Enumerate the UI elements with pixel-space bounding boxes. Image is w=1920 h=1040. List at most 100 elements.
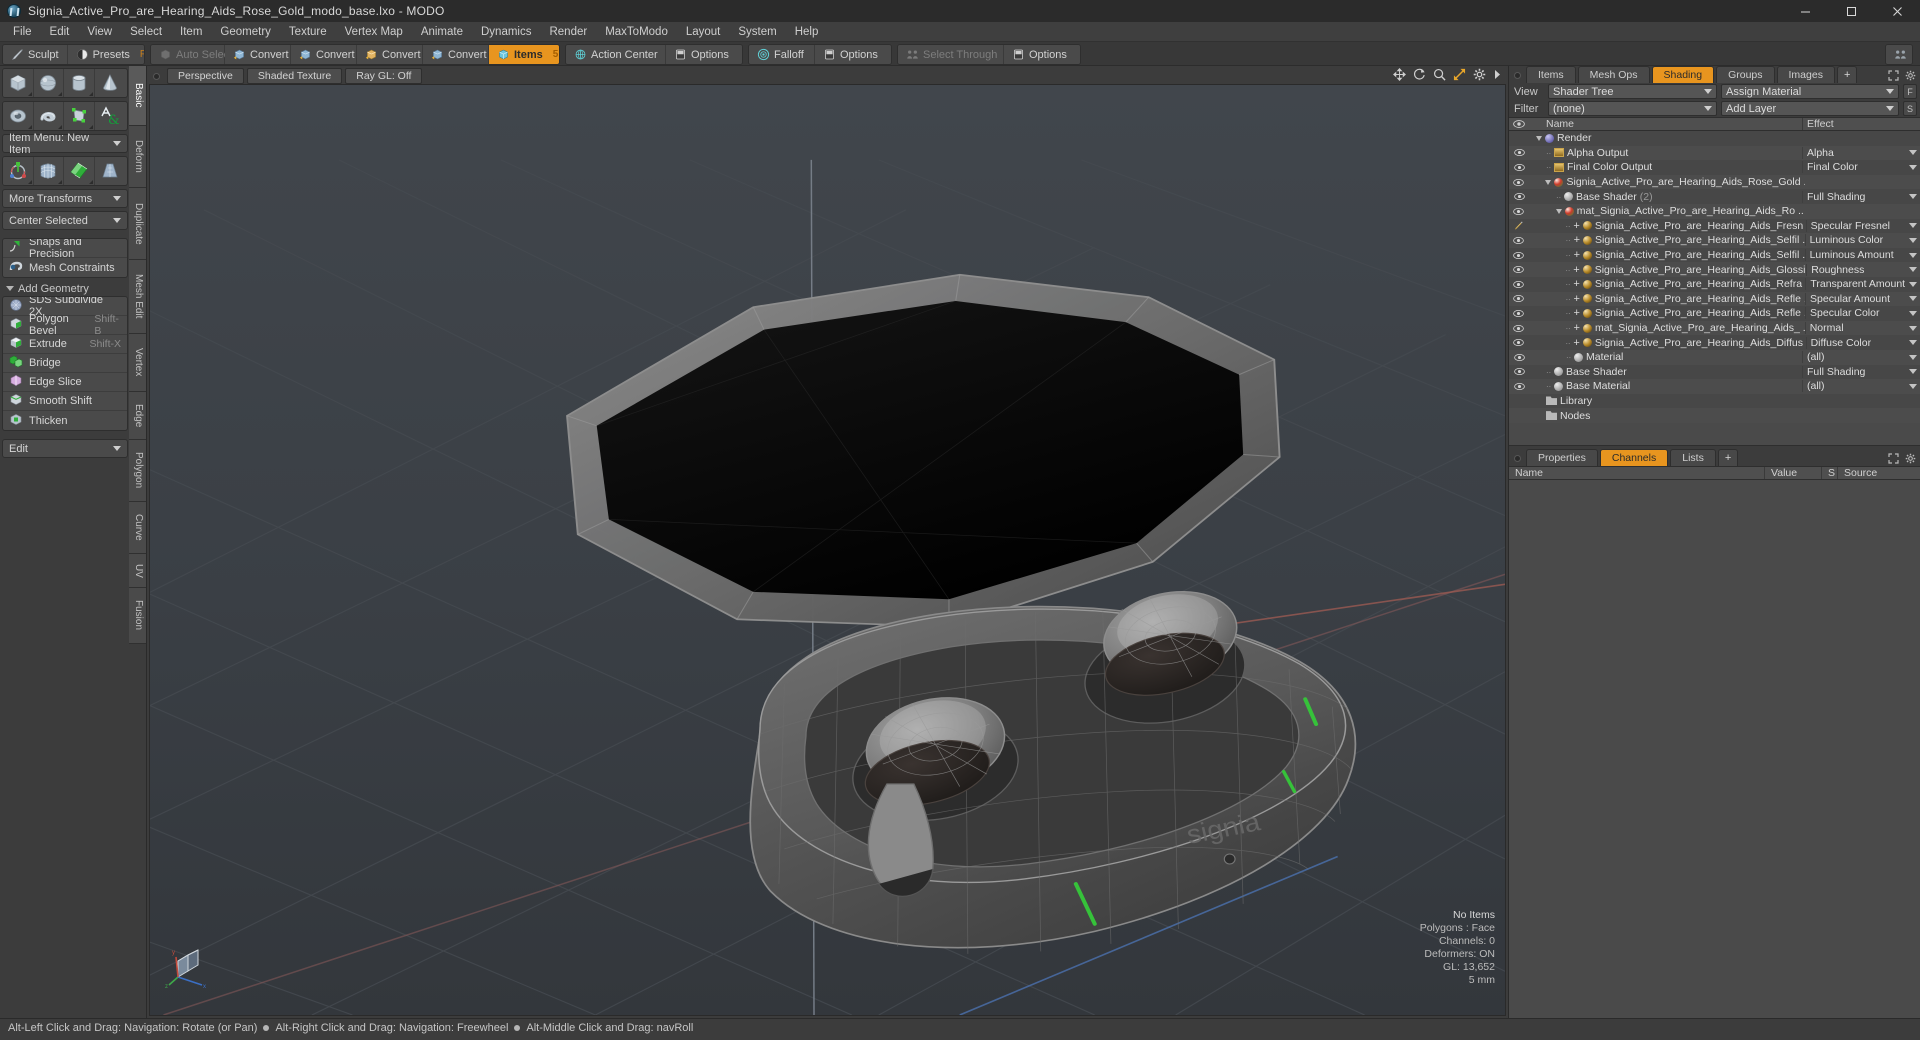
items-mode-button[interactable]: Items 5 bbox=[489, 45, 559, 64]
chevron-down-icon[interactable] bbox=[1909, 150, 1917, 156]
tab-properties[interactable]: Properties bbox=[1526, 449, 1598, 466]
expand-plus-icon[interactable]: + bbox=[1573, 293, 1579, 305]
shader-tree-list[interactable]: Render ∙∙ Alpha Output Alpha ∙∙ Final Color O… bbox=[1509, 131, 1920, 446]
menu-texture[interactable]: Texture bbox=[280, 24, 336, 40]
expand-plus-icon[interactable]: + bbox=[1574, 322, 1580, 334]
chevron-down-icon[interactable] bbox=[1909, 252, 1917, 258]
menu-layout[interactable]: Layout bbox=[677, 24, 730, 40]
falloff-options-button[interactable]: Options bbox=[815, 45, 891, 64]
assign-material-side-button[interactable]: F bbox=[1903, 84, 1917, 99]
panel-gear-icon[interactable] bbox=[1905, 451, 1916, 469]
sculpt-button[interactable]: Sculpt bbox=[3, 45, 68, 64]
tab-mesh-ops[interactable]: Mesh Ops bbox=[1577, 66, 1650, 83]
tree-row-effect[interactable]: Full Shading bbox=[1802, 365, 1920, 378]
chevron-down-icon[interactable] bbox=[1909, 383, 1917, 389]
zoom-icon[interactable] bbox=[1433, 68, 1446, 81]
tree-row-effect[interactable]: (all) bbox=[1802, 380, 1920, 393]
vtab-uv[interactable]: UV bbox=[129, 554, 146, 588]
mesh-constraints-row[interactable]: Mesh Constraints bbox=[3, 258, 127, 277]
menu-dynamics[interactable]: Dynamics bbox=[472, 24, 540, 40]
axis-gizmo[interactable]: z x y bbox=[164, 941, 212, 990]
falloff-button[interactable]: Falloff bbox=[749, 45, 815, 64]
eye-icon[interactable] bbox=[1509, 309, 1528, 317]
cube-primitive-icon[interactable] bbox=[3, 69, 34, 97]
chevron-down-icon[interactable] bbox=[1555, 208, 1562, 214]
vtab-deform[interactable]: Deform bbox=[129, 126, 146, 188]
workplane-icon[interactable] bbox=[1886, 45, 1912, 64]
tab-add[interactable]: + bbox=[1836, 66, 1858, 83]
vtab-polygon[interactable]: Polygon bbox=[129, 440, 146, 502]
tab-channels[interactable]: Channels bbox=[1599, 449, 1669, 466]
view-combo[interactable]: Shader Tree bbox=[1548, 84, 1717, 99]
convert-button-2[interactable]: Convert bbox=[291, 45, 357, 64]
expand-plus-icon[interactable]: + bbox=[1573, 337, 1579, 349]
eye-icon[interactable] bbox=[1509, 324, 1529, 332]
vtab-fusion[interactable]: Fusion bbox=[129, 588, 146, 644]
tab-items[interactable]: Items bbox=[1526, 66, 1576, 83]
shader-tree-row[interactable]: Render bbox=[1509, 131, 1920, 146]
convert-button-1[interactable]: Convert bbox=[225, 45, 291, 64]
menu-file[interactable]: File bbox=[4, 24, 41, 40]
eye-icon[interactable] bbox=[1509, 266, 1528, 274]
expand-plus-icon[interactable]: + bbox=[1573, 220, 1579, 232]
vtab-curve[interactable]: Curve bbox=[129, 502, 146, 554]
polygon-tool-icon[interactable] bbox=[64, 102, 95, 130]
eye-icon[interactable] bbox=[1509, 178, 1528, 186]
gear-icon[interactable] bbox=[1473, 68, 1486, 81]
tree-row-effect[interactable]: Specular Color bbox=[1805, 307, 1920, 320]
shader-tree-row[interactable]: ∙∙ + Signia_Active_Pro_are_Hearing_Aids_Di… bbox=[1509, 335, 1920, 350]
menu-item[interactable]: Item bbox=[171, 24, 211, 40]
vtab-duplicate[interactable]: Duplicate bbox=[129, 188, 146, 260]
chevron-down-icon[interactable] bbox=[1909, 281, 1917, 287]
menu-select[interactable]: Select bbox=[121, 24, 171, 40]
maximize-button[interactable] bbox=[1828, 0, 1874, 22]
shader-tree-row[interactable]: ∙∙ + Signia_Active_Pro_are_Hearing_Aids_Gl… bbox=[1509, 262, 1920, 277]
cone-primitive-icon[interactable] bbox=[94, 69, 125, 97]
expand-plus-icon[interactable]: + bbox=[1573, 307, 1579, 319]
menu-view[interactable]: View bbox=[78, 24, 121, 40]
shader-tree-row[interactable]: mat_Signia_Active_Pro_are_Hearing_Aids_R… bbox=[1509, 203, 1920, 219]
torus-primitive-icon[interactable] bbox=[3, 102, 34, 130]
chevron-right-icon[interactable] bbox=[1493, 68, 1502, 81]
assign-material-combo[interactable]: Assign Material bbox=[1721, 84, 1899, 99]
eye-icon[interactable] bbox=[1509, 236, 1529, 244]
eye-icon[interactable] bbox=[1509, 295, 1528, 303]
menu-maxtomodo[interactable]: MaxToModo bbox=[596, 24, 677, 40]
bend-grid-icon[interactable] bbox=[33, 157, 64, 185]
shader-tree-row[interactable]: ∙∙ Base Material (all) bbox=[1509, 379, 1920, 394]
expand-panel-icon[interactable] bbox=[1888, 451, 1899, 469]
chevron-down-icon[interactable] bbox=[1909, 325, 1917, 331]
shear-icon[interactable] bbox=[64, 157, 95, 185]
vtab-vertex[interactable]: Vertex bbox=[129, 334, 146, 392]
channels-list[interactable] bbox=[1509, 480, 1920, 1018]
fit-icon[interactable] bbox=[1453, 68, 1466, 81]
add-geometry-header[interactable]: Add Geometry bbox=[2, 281, 128, 296]
center-selected-dropdown[interactable]: Center Selected bbox=[2, 211, 128, 230]
viewport-tab-raygl[interactable]: Ray GL: Off bbox=[345, 68, 423, 84]
eye-icon[interactable] bbox=[1509, 368, 1529, 376]
filter-combo[interactable]: (none) bbox=[1548, 101, 1717, 116]
cylinder-primitive-icon[interactable] bbox=[64, 69, 95, 97]
chevron-down-icon[interactable] bbox=[1909, 369, 1917, 375]
tab-images[interactable]: Images bbox=[1776, 66, 1835, 83]
close-button[interactable] bbox=[1874, 0, 1920, 22]
chevron-down-icon[interactable] bbox=[1545, 179, 1552, 185]
eye-icon[interactable] bbox=[1509, 280, 1528, 288]
shader-tree-row[interactable]: Nodes bbox=[1509, 408, 1920, 423]
chevron-down-icon[interactable] bbox=[1909, 194, 1917, 200]
shader-tree-row[interactable]: ∙∙ + mat_Signia_Active_Pro_are_Hearing_Aid… bbox=[1509, 320, 1920, 336]
eye-icon[interactable] bbox=[1509, 382, 1529, 390]
snaps-and-precision-row[interactable]: Snaps and Precision bbox=[3, 239, 127, 260]
tab-groups[interactable]: Groups bbox=[1716, 66, 1775, 83]
chevron-down-icon[interactable] bbox=[1909, 310, 1917, 316]
rotate-icon[interactable] bbox=[1413, 68, 1426, 81]
vtab-mesh-edit[interactable]: Mesh Edit bbox=[129, 260, 146, 334]
taper-icon[interactable] bbox=[94, 157, 125, 185]
text-tool-icon[interactable]: & bbox=[94, 102, 125, 130]
shader-tree-row[interactable]: Library bbox=[1509, 393, 1920, 409]
edit-dropdown[interactable]: Edit bbox=[2, 439, 128, 458]
eye-icon[interactable] bbox=[1509, 163, 1529, 171]
shader-tree-row[interactable]: Signia_Active_Pro_are_Hearing_Aids_Rose_… bbox=[1509, 174, 1920, 190]
chevron-down-icon[interactable] bbox=[1536, 135, 1542, 141]
add-layer-combo[interactable]: Add Layer bbox=[1721, 101, 1899, 116]
